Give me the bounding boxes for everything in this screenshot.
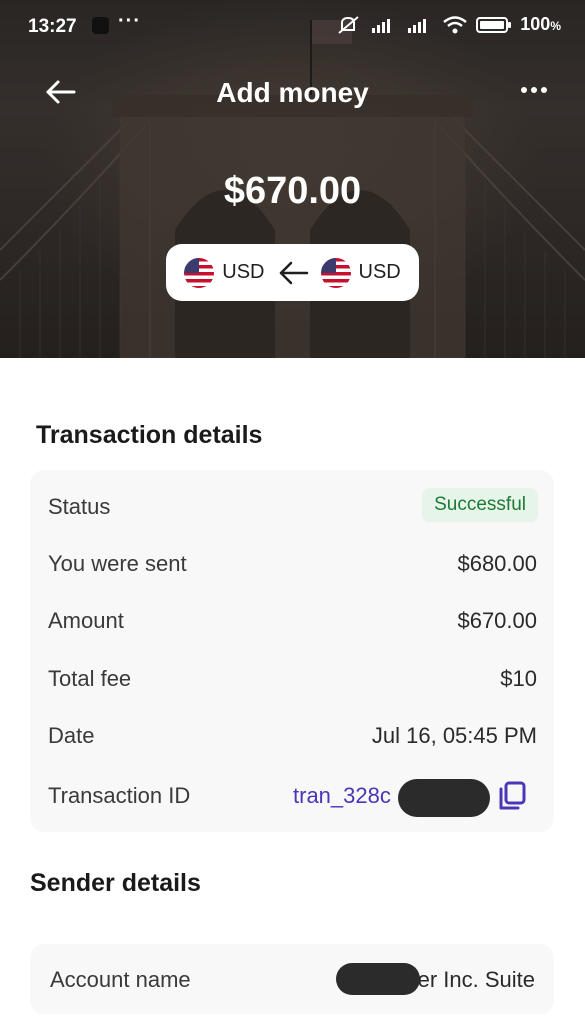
detail-row-transaction-id: Transaction ID tran_328c	[30, 775, 554, 817]
fee-value: $10	[500, 666, 537, 691]
copy-icon[interactable]	[498, 781, 526, 811]
sent-label: You were sent	[48, 551, 187, 576]
sender-details-title: Sender details	[30, 869, 201, 897]
amount-value: $670.00	[457, 608, 537, 633]
detail-row-status: Status Successful	[30, 486, 554, 526]
account-name-value: er Inc. Suite	[417, 967, 535, 992]
arrow-left-icon	[279, 261, 308, 284]
app-header: Add money	[0, 66, 585, 118]
detail-row-amount: Amount $670.00	[30, 600, 554, 640]
wifi-icon	[443, 15, 468, 33]
battery-icon	[476, 16, 512, 33]
transaction-amount: $670.00	[223, 170, 362, 212]
date-value: Jul 16, 05:45 PM	[371, 723, 537, 748]
status-label: Status	[48, 494, 111, 519]
date-label: Date	[48, 723, 95, 748]
us-flag-icon	[320, 257, 351, 288]
detail-row-date: Date Jul 16, 05:45 PM	[30, 715, 554, 755]
detail-row-total-fee: Total fee $10	[30, 658, 554, 698]
currency-pair-pill: USD USD	[166, 244, 419, 301]
status-bar: 13:27 ··· 100%	[0, 0, 585, 54]
from-currency-code: USD	[222, 261, 265, 283]
fee-label: Total fee	[48, 666, 132, 691]
transaction-details-card: Status Successful You were sent $680.00 …	[30, 470, 554, 832]
redaction-mark	[398, 779, 490, 817]
notification-icon	[92, 17, 109, 34]
mute-icon	[338, 15, 359, 34]
status-badge: Successful	[422, 488, 538, 522]
transaction-id-value[interactable]: tran_328c	[293, 783, 391, 809]
us-flag-icon	[184, 257, 215, 288]
battery-percentage: 100%	[520, 14, 561, 34]
detail-row-account-name: Account name er Inc. Suite	[30, 959, 554, 999]
transaction-id-label: Transaction ID	[48, 783, 191, 808]
sent-value: $680.00	[457, 551, 537, 576]
signal-icon	[372, 18, 391, 33]
to-currency-code: USD	[358, 261, 401, 283]
sender-details-card: Account name er Inc. Suite	[30, 944, 554, 1014]
page-title: Add money	[216, 77, 369, 108]
amount-label: Amount	[48, 608, 124, 633]
status-time: 13:27	[28, 16, 77, 37]
redaction-mark	[336, 963, 420, 995]
more-horizontal-icon[interactable]	[519, 80, 549, 100]
detail-row-you-were-sent: You were sent $680.00	[30, 543, 554, 583]
transaction-details-title: Transaction details	[36, 421, 263, 449]
signal-icon-2	[408, 18, 427, 33]
account-name-label: Account name	[50, 967, 191, 992]
hero-banner: 13:27 ··· 100% Add money $670.00 USD USD	[0, 0, 585, 358]
more-notifications-icon: ···	[118, 10, 141, 32]
